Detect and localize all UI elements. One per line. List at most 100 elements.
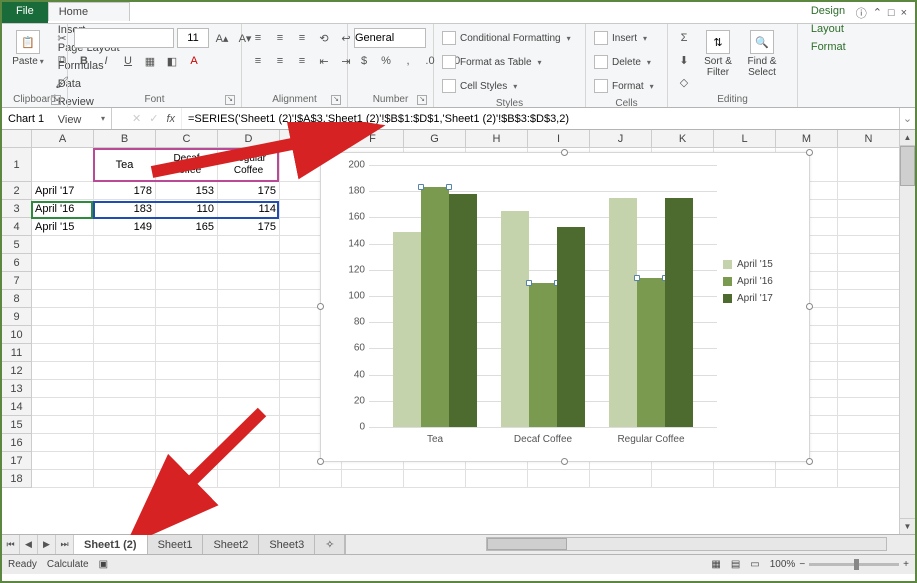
cell[interactable] bbox=[218, 470, 280, 488]
cell[interactable] bbox=[838, 308, 900, 326]
bar[interactable] bbox=[421, 187, 449, 427]
view-normal-icon[interactable]: ▦ bbox=[711, 559, 720, 570]
cell[interactable]: April '15 bbox=[32, 218, 94, 236]
cell[interactable] bbox=[156, 326, 218, 344]
cell[interactable] bbox=[838, 236, 900, 254]
cell[interactable] bbox=[32, 326, 94, 344]
column-header[interactable]: H bbox=[466, 130, 528, 147]
cell[interactable] bbox=[838, 380, 900, 398]
column-header[interactable]: N bbox=[838, 130, 900, 147]
cell[interactable] bbox=[156, 308, 218, 326]
cell[interactable] bbox=[838, 272, 900, 290]
cell[interactable] bbox=[32, 362, 94, 380]
row-header[interactable]: 15 bbox=[2, 416, 32, 434]
bar[interactable] bbox=[501, 211, 529, 427]
cell[interactable] bbox=[590, 470, 652, 488]
tab-home[interactable]: Home bbox=[48, 2, 130, 21]
bar[interactable] bbox=[393, 232, 421, 427]
row-header[interactable]: 13 bbox=[2, 380, 32, 398]
font-name-input[interactable] bbox=[74, 28, 174, 48]
cell[interactable]: 110 bbox=[156, 200, 218, 218]
row-header[interactable]: 14 bbox=[2, 398, 32, 416]
view-page-break-icon[interactable]: ▭ bbox=[750, 559, 759, 570]
font-color-button[interactable]: A bbox=[184, 51, 204, 71]
cell[interactable] bbox=[838, 290, 900, 308]
cell[interactable] bbox=[32, 272, 94, 290]
column-header[interactable]: M bbox=[776, 130, 838, 147]
window-restore-icon[interactable]: □ bbox=[888, 7, 895, 19]
paste-button[interactable]: 📋 Paste▾ bbox=[8, 28, 48, 69]
autosum-button[interactable]: Σ bbox=[674, 28, 694, 48]
cell[interactable]: 153 bbox=[156, 182, 218, 200]
legend-item[interactable]: April '17 bbox=[723, 293, 803, 304]
scroll-thumb[interactable] bbox=[487, 538, 567, 550]
cell[interactable] bbox=[32, 148, 94, 182]
row-header[interactable]: 9 bbox=[2, 308, 32, 326]
next-sheet-button[interactable]: ▶ bbox=[38, 535, 56, 554]
cell[interactable] bbox=[466, 470, 528, 488]
fill-color-button[interactable]: ◧ bbox=[162, 51, 182, 71]
cell[interactable] bbox=[32, 344, 94, 362]
cell[interactable] bbox=[218, 344, 280, 362]
bar[interactable] bbox=[609, 198, 637, 427]
cell[interactable]: April '17 bbox=[32, 182, 94, 200]
cell[interactable] bbox=[156, 344, 218, 362]
cell[interactable] bbox=[94, 308, 156, 326]
orientation-button[interactable]: ⟲ bbox=[314, 28, 334, 48]
cell[interactable] bbox=[342, 470, 404, 488]
row-header[interactable]: 12 bbox=[2, 362, 32, 380]
row-header[interactable]: 11 bbox=[2, 344, 32, 362]
dialog-launcher-icon[interactable]: ↘ bbox=[417, 95, 427, 105]
column-header[interactable]: D bbox=[218, 130, 280, 147]
cell[interactable] bbox=[838, 452, 900, 470]
cell[interactable] bbox=[838, 434, 900, 452]
column-header[interactable]: J bbox=[590, 130, 652, 147]
cell[interactable] bbox=[94, 326, 156, 344]
cell[interactable] bbox=[94, 470, 156, 488]
column-header[interactable]: A bbox=[32, 130, 94, 147]
cell[interactable] bbox=[94, 362, 156, 380]
column-header[interactable]: I bbox=[528, 130, 590, 147]
cell[interactable]: 175 bbox=[218, 182, 280, 200]
cell[interactable]: April '16 bbox=[32, 200, 94, 218]
scroll-up-icon[interactable]: ▲ bbox=[900, 130, 915, 146]
help-icon[interactable]: ⓘ bbox=[856, 5, 867, 21]
cell[interactable] bbox=[156, 272, 218, 290]
cell[interactable] bbox=[156, 416, 218, 434]
sheet-tab[interactable]: Sheet2 bbox=[203, 535, 259, 554]
cell[interactable] bbox=[32, 236, 94, 254]
column-header[interactable]: K bbox=[652, 130, 714, 147]
cell[interactable]: Regular Coffee bbox=[218, 148, 280, 182]
cell[interactable] bbox=[838, 362, 900, 380]
bar[interactable] bbox=[637, 278, 665, 427]
underline-button[interactable]: U bbox=[118, 51, 138, 71]
column-header[interactable]: B bbox=[94, 130, 156, 147]
row-header[interactable]: 3 bbox=[2, 200, 32, 218]
cell[interactable] bbox=[94, 452, 156, 470]
name-box[interactable]: Chart 1▾ bbox=[2, 108, 112, 129]
select-all-corner[interactable] bbox=[2, 130, 32, 147]
worksheet-grid[interactable]: ABCDEFGHIJKLMN 1TeaDecaf CoffeeRegular C… bbox=[2, 130, 915, 534]
align-top-button[interactable]: ≡ bbox=[248, 28, 268, 48]
cell[interactable] bbox=[218, 416, 280, 434]
format-as-table-button[interactable]: Format as Table▾ bbox=[440, 52, 544, 72]
cell[interactable] bbox=[32, 470, 94, 488]
cell[interactable] bbox=[156, 470, 218, 488]
clear-button[interactable]: ◇ bbox=[674, 72, 694, 92]
cell[interactable] bbox=[156, 362, 218, 380]
cell[interactable] bbox=[156, 398, 218, 416]
first-sheet-button[interactable]: ⏮ bbox=[2, 535, 20, 554]
cell[interactable] bbox=[838, 344, 900, 362]
number-format-input[interactable] bbox=[354, 28, 426, 48]
cell[interactable] bbox=[32, 416, 94, 434]
column-header[interactable]: E bbox=[280, 130, 342, 147]
italic-button[interactable]: I bbox=[96, 51, 116, 71]
align-bottom-button[interactable]: ≡ bbox=[292, 28, 312, 48]
cell[interactable] bbox=[156, 236, 218, 254]
decrease-indent-button[interactable]: ⇤ bbox=[314, 51, 334, 71]
comma-button[interactable]: , bbox=[398, 51, 418, 71]
formula-input[interactable]: =SERIES('Sheet1 (2)'!$A$3,'Sheet1 (2)'!$… bbox=[182, 108, 899, 129]
row-header[interactable]: 6 bbox=[2, 254, 32, 272]
vertical-scrollbar[interactable]: ▲ ▼ bbox=[899, 130, 915, 534]
tab-file[interactable]: File bbox=[2, 2, 48, 23]
